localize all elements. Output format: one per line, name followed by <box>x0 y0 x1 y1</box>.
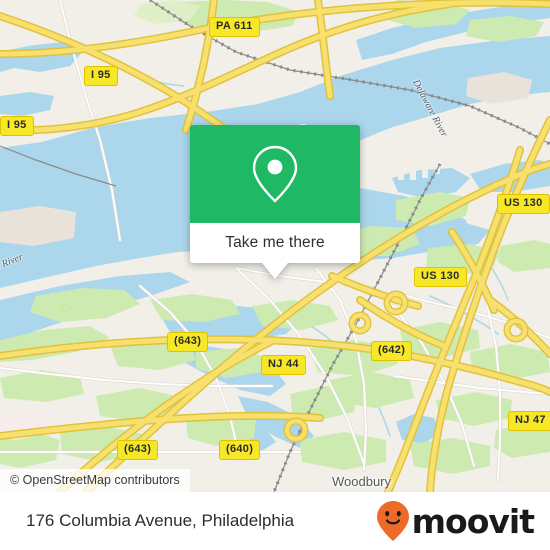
route-shield-nj47[interactable]: NJ 47 <box>508 411 550 431</box>
popup-pointer-tail <box>262 263 288 279</box>
footer-bar: 176 Columbia Avenue, Philadelphia moovit <box>0 492 550 550</box>
route-shield-643-b[interactable]: (643) <box>117 440 159 460</box>
map-pin-icon <box>252 145 298 203</box>
moovit-wordmark: moovit <box>411 501 535 541</box>
route-shield-i95-a[interactable]: I 95 <box>84 66 118 86</box>
take-me-there-button[interactable]: Take me there <box>190 223 360 263</box>
route-shield-nj44[interactable]: NJ 44 <box>261 355 306 375</box>
map-canvas[interactable]: .w { fill:#abd6ec; } .g { fill:#cdebb0; … <box>0 0 550 492</box>
route-shield-pa-611[interactable]: PA 611 <box>209 17 260 37</box>
screenshot-root: .w { fill:#abd6ec; } .g { fill:#cdebb0; … <box>0 0 550 550</box>
take-me-there-label: Take me there <box>225 234 325 251</box>
location-popup-card[interactable]: Take me there <box>190 125 360 279</box>
route-shield-642[interactable]: (642) <box>371 341 413 361</box>
popup-header <box>190 125 360 223</box>
moovit-logo[interactable]: moovit <box>376 500 535 542</box>
route-shield-i95-b[interactable]: I 95 <box>0 116 34 136</box>
map-attribution[interactable]: © OpenStreetMap contributors <box>0 469 190 492</box>
route-shield-643-a[interactable]: (643) <box>167 332 209 352</box>
route-shield-us130-b[interactable]: US 130 <box>414 267 467 287</box>
city-label-woodbury: Woodbury <box>332 474 392 489</box>
address-title: 176 Columbia Avenue, Philadelphia <box>26 511 295 530</box>
moovit-smile-pin-icon <box>376 501 409 541</box>
route-shield-640[interactable]: (640) <box>219 440 261 460</box>
route-shield-us130-a[interactable]: US 130 <box>497 194 550 214</box>
